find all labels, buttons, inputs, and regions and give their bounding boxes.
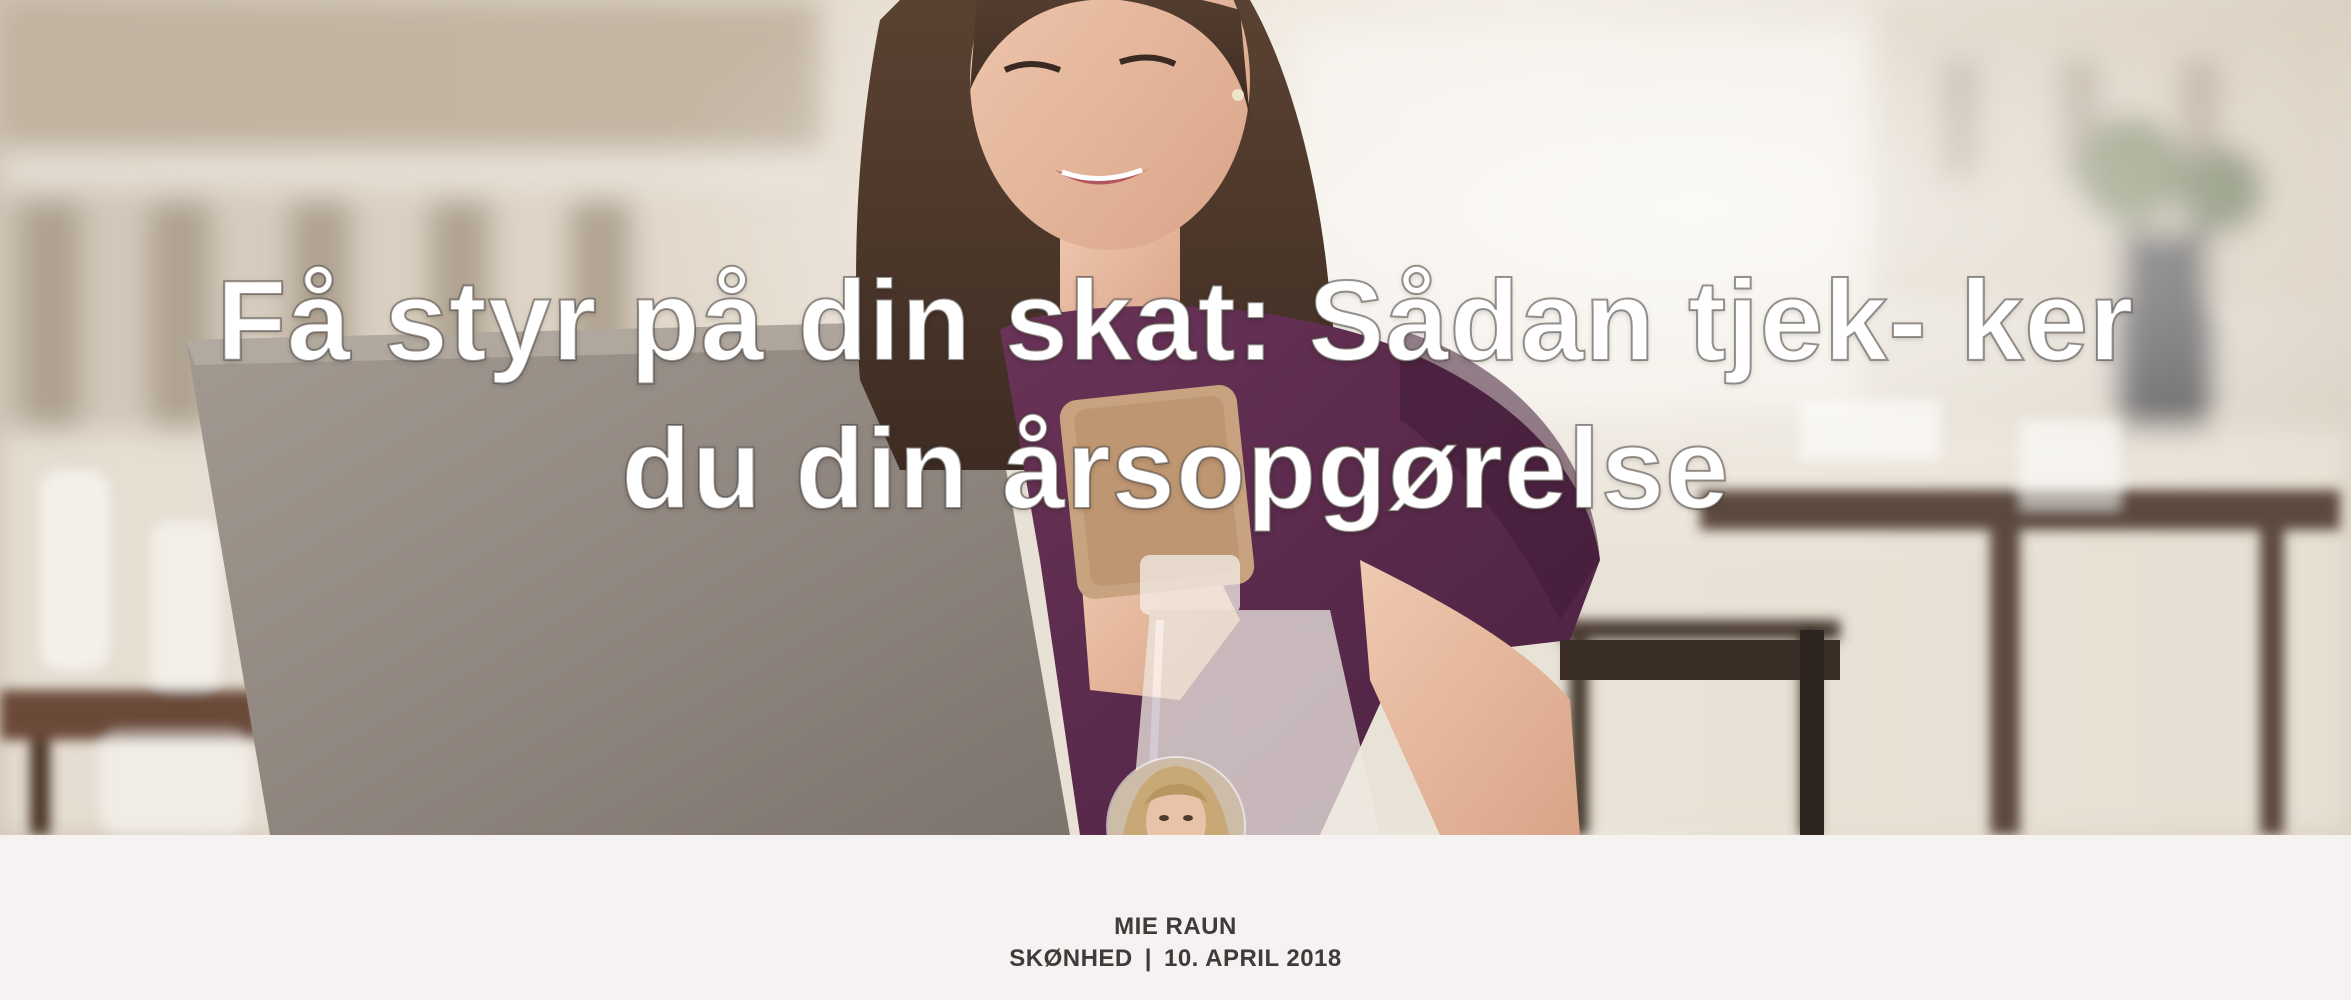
article-page: Få styr på din skat: Sådan tjek- ker du … xyxy=(0,0,2351,1000)
author-name[interactable]: MIE RAUN xyxy=(0,913,2351,941)
article-meta: MIE RAUN SKØNHED | 10. APRIL 2018 xyxy=(0,835,2351,1000)
byline: SKØNHED | 10. APRIL 2018 xyxy=(0,945,2351,973)
hero-banner: Få styr på din skat: Sådan tjek- ker du … xyxy=(0,0,2351,835)
article-title: Få styr på din skat: Sådan tjek- ker du … xyxy=(216,257,2135,534)
byline-separator: | xyxy=(1144,945,1152,972)
category-link[interactable]: SKØNHED xyxy=(1009,945,1133,972)
publish-date: 10. APRIL 2018 xyxy=(1163,945,1342,972)
